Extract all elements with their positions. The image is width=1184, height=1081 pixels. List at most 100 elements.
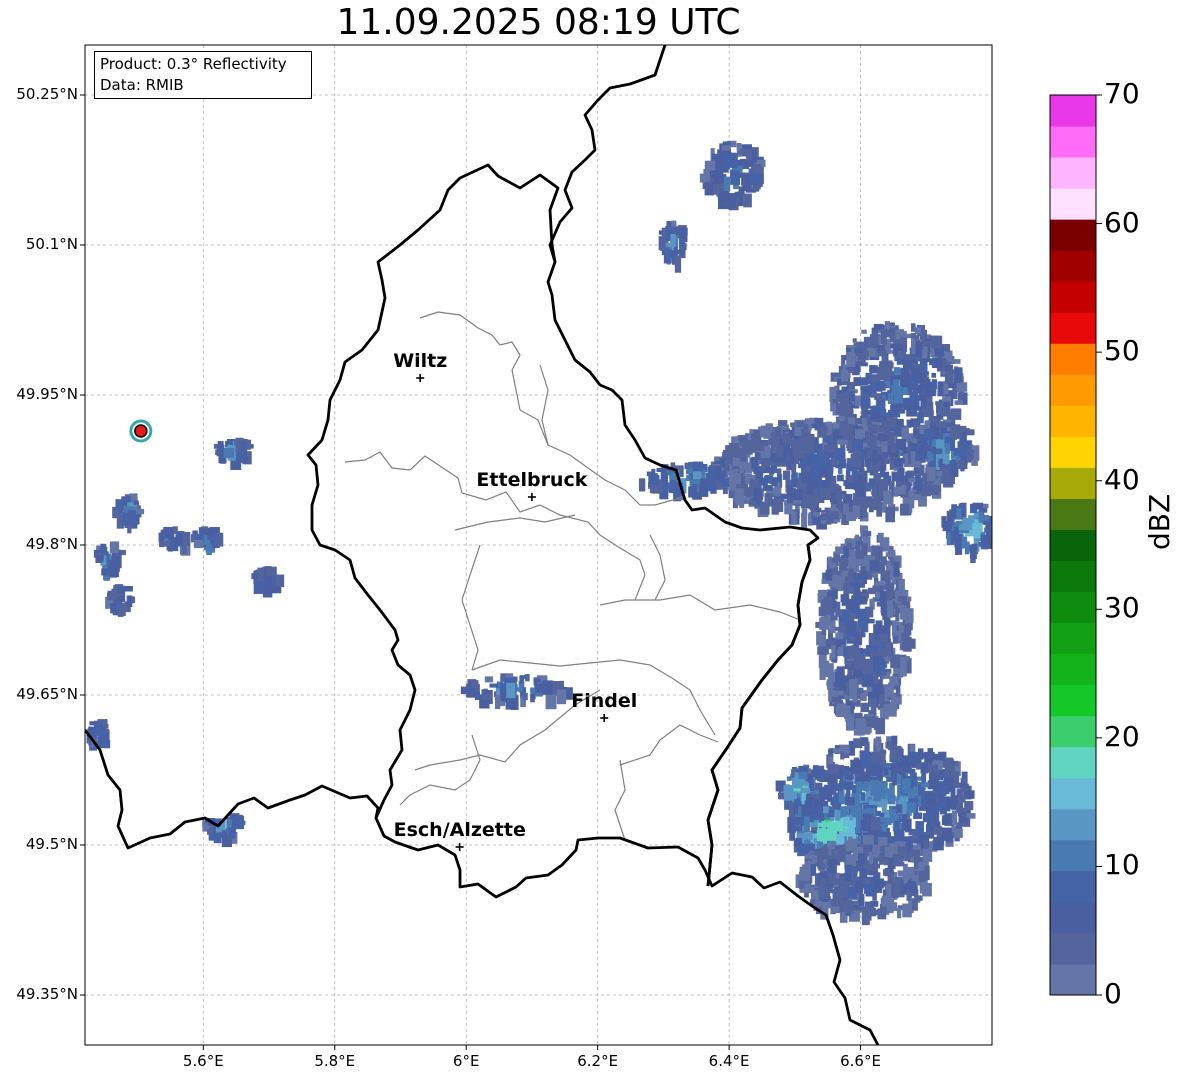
echo-pixel <box>861 543 868 556</box>
lat-tick-label: 49.95°N <box>16 385 78 403</box>
echo-pixel <box>856 781 863 794</box>
echo-pixel <box>924 429 934 441</box>
echo-pixel <box>871 762 880 775</box>
echo-pixel <box>898 595 907 602</box>
colorbar-bin <box>1050 312 1096 344</box>
city-label: Wiltz <box>393 350 448 372</box>
echo-pixel <box>902 903 912 918</box>
echo-pixel <box>887 795 896 805</box>
echo-pixel <box>762 484 773 491</box>
echo-pixel <box>878 769 883 781</box>
echo-pixel <box>956 460 965 469</box>
echo-pixel <box>890 763 900 770</box>
echo-pixel <box>913 812 923 819</box>
echo-pixel <box>914 327 921 334</box>
echo-pixel <box>847 542 852 550</box>
echo-pixel <box>743 193 752 208</box>
echo-pixel <box>861 329 867 334</box>
echo-pixel <box>206 829 214 835</box>
echo-pixel <box>838 790 845 804</box>
echo-pixel <box>915 821 924 836</box>
echo-pixel <box>253 579 265 594</box>
echo-pixel <box>891 403 901 410</box>
echo-pixel <box>956 508 962 520</box>
echo-pixel <box>858 896 865 904</box>
colorbar-bin <box>1050 653 1096 686</box>
echo-pixel <box>817 646 829 655</box>
echo-pixel <box>835 672 840 688</box>
echo-pixel <box>850 636 856 641</box>
echo-pixel <box>873 793 881 802</box>
echo-pixel <box>845 797 855 806</box>
echo-pixel <box>944 371 952 384</box>
echo-pixel <box>884 459 890 465</box>
echo-pixel <box>676 250 684 255</box>
echo-pixel <box>728 477 737 491</box>
echo-pixel <box>789 829 796 841</box>
echo-pixel <box>952 359 961 364</box>
echo-pixel <box>845 845 857 851</box>
echo-pixel <box>848 886 857 899</box>
echo-pixel <box>825 569 833 581</box>
echo-pixel <box>989 524 992 536</box>
echo-pixel <box>899 604 907 620</box>
echo-pixel <box>873 738 879 746</box>
colorbar-tick-label: 70 <box>1104 77 1140 110</box>
echo-pixel <box>786 485 794 494</box>
echo-pixel <box>839 677 846 691</box>
echo-pixel <box>804 854 816 859</box>
colorbar-bin <box>1050 467 1096 499</box>
city-label: Findel <box>571 690 638 712</box>
echo-pixel <box>817 828 825 841</box>
echo-pixel <box>124 585 133 592</box>
echo-pixel <box>860 792 866 801</box>
colorbar-bin <box>1050 808 1096 841</box>
echo-pixel <box>210 536 217 544</box>
echo-pixel <box>940 421 947 429</box>
echo-pixel <box>891 735 898 745</box>
map-title: 11.09.2025 08:19 UTC <box>336 2 741 43</box>
echo-pixel <box>984 527 992 533</box>
echo-pixel <box>545 694 557 710</box>
echo-pixel <box>869 871 878 876</box>
echo-pixel <box>725 445 732 454</box>
echo-pixel <box>703 168 710 182</box>
echo-pixel <box>751 173 762 185</box>
echo-pixel <box>958 795 966 803</box>
echo-pixel <box>914 467 920 473</box>
colorbar-bin <box>1050 436 1096 468</box>
echo-pixel <box>673 228 680 233</box>
echo-pixel <box>863 781 869 792</box>
echo-pixel <box>931 357 943 369</box>
echo-pixel <box>879 434 888 442</box>
echo-cell <box>460 673 573 710</box>
echo-pixel <box>877 532 884 542</box>
echo-pixel <box>855 718 866 733</box>
echo-pixel <box>862 878 872 884</box>
echo-pixel <box>484 676 494 683</box>
echo-pixel <box>847 474 854 483</box>
lat-tick-label: 49.65°N <box>16 685 78 703</box>
echo-pixel <box>494 695 501 710</box>
echo-pixel <box>227 827 233 840</box>
echo-pixel <box>818 426 828 433</box>
echo-pixel <box>206 529 213 535</box>
echo-pixel <box>872 545 880 556</box>
echo-pixel <box>927 466 936 481</box>
echo-pixel <box>944 442 951 454</box>
echo-pixel <box>846 351 856 368</box>
echo-pixel <box>127 597 132 605</box>
lat-tick-label: 50.1°N <box>25 235 78 253</box>
colorbar-tick-label: 30 <box>1104 591 1140 625</box>
echo-pixel <box>791 463 796 473</box>
echo-pixel <box>772 498 784 513</box>
echo-pixel <box>223 447 235 459</box>
echo-pixel <box>860 702 870 713</box>
echo-pixel <box>704 182 715 196</box>
echo-pixel <box>827 764 839 774</box>
echo-pixel <box>783 433 791 444</box>
lon-tick-label: 5.8°E <box>314 1052 356 1070</box>
echo-pixel <box>894 821 900 829</box>
echo-pixel <box>796 477 802 491</box>
echo-pixel <box>817 822 829 827</box>
